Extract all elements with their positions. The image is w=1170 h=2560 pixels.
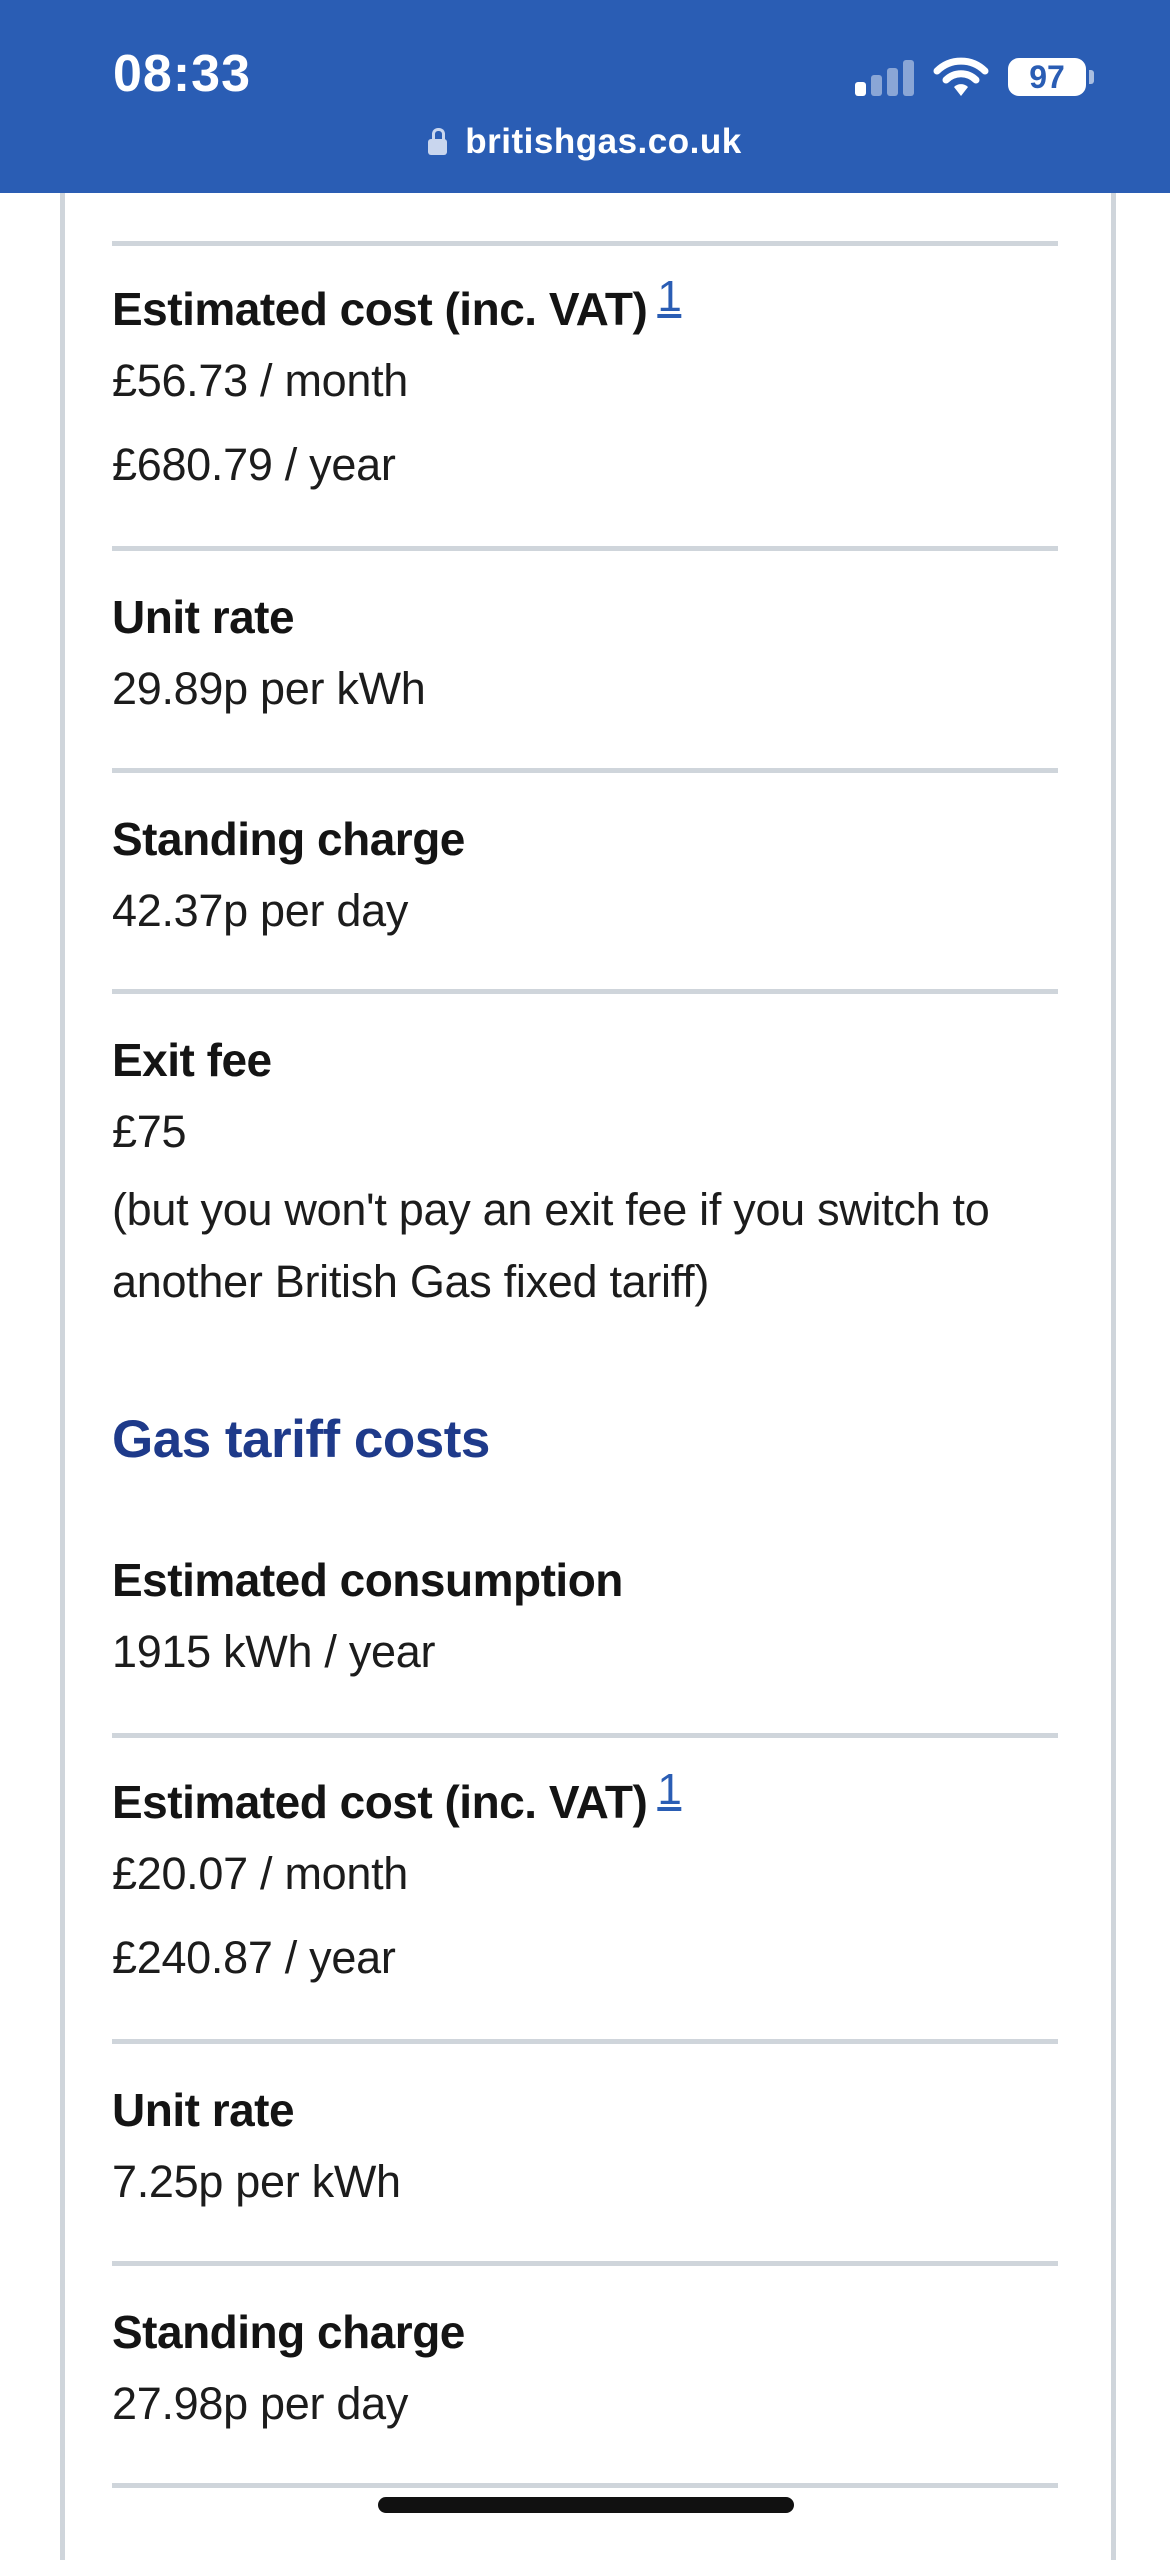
electricity-exit-fee: Exit fee £75 (but you won't pay an exit … [112,1030,1058,1318]
estimated-cost-label: Estimated cost (inc. VAT) 1 [112,272,682,336]
electricity-estimated-cost: Estimated cost (inc. VAT) 1 £56.73 / mont… [112,272,1058,507]
monthly-cost: £20.07 / month [112,1848,409,1899]
browser-top-bar: 08:33 97 britishgas.co.uk [0,0,1170,193]
standing-charge-label: Standing charge [112,813,465,865]
wifi-icon [933,57,989,96]
gas-standing-charge: Standing charge 27.98p per day [112,2302,1058,2446]
divider [112,241,1058,246]
monthly-cost: £56.73 / month [112,355,409,406]
standing-charge-value: 42.37p per day [112,885,409,936]
estimated-cost-label: Estimated cost (inc. VAT) 1 [112,1765,682,1829]
cellular-signal-icon [855,58,915,96]
divider [112,2483,1058,2488]
unit-rate-label: Unit rate [112,591,295,643]
exit-fee-note: (but you won't pay an exit fee if you sw… [112,1184,990,1307]
standing-charge-label: Standing charge [112,2306,465,2358]
status-time: 08:33 [113,45,251,103]
estimated-consumption-value: 1915 kWh / year [112,1626,436,1677]
standing-charge-value: 27.98p per day [112,2378,409,2429]
gas-tariff-costs-section: Gas tariff costs [112,1405,1058,1475]
divider [112,989,1058,994]
divider [112,768,1058,773]
divider [112,2039,1058,2044]
footnote-link[interactable]: 1 [657,1765,681,1814]
yearly-cost: £240.87 / year [112,1932,396,1983]
unit-rate-label: Unit rate [112,2084,295,2136]
address-bar[interactable]: britishgas.co.uk [0,122,1170,162]
yearly-cost: £680.79 / year [112,439,396,490]
url-text: britishgas.co.uk [465,122,742,161]
divider [112,2261,1058,2266]
footnote-link[interactable]: 1 [657,272,681,321]
home-indicator[interactable] [378,2497,794,2513]
exit-fee-value: £75 [112,1106,187,1157]
exit-fee-label: Exit fee [112,1034,272,1086]
gas-unit-rate: Unit rate 7.25p per kWh [112,2080,1058,2224]
gas-tariff-heading: Gas tariff costs [112,1410,490,1469]
unit-rate-value: 29.89p per kWh [112,663,426,714]
lock-icon [428,128,448,155]
battery-nub [1089,70,1094,84]
gas-estimated-cost: Estimated cost (inc. VAT) 1 £20.07 / mont… [112,1765,1058,2000]
battery-icon: 97 [1008,58,1086,96]
unit-rate-value: 7.25p per kWh [112,2156,401,2207]
gas-estimated-consumption: Estimated consumption 1915 kWh / year [112,1550,1058,1694]
electricity-standing-charge: Standing charge 42.37p per day [112,809,1058,953]
electricity-unit-rate: Unit rate 29.89p per kWh [112,587,1058,731]
estimated-consumption-label: Estimated consumption [112,1554,623,1606]
divider [112,1733,1058,1738]
divider [112,546,1058,551]
